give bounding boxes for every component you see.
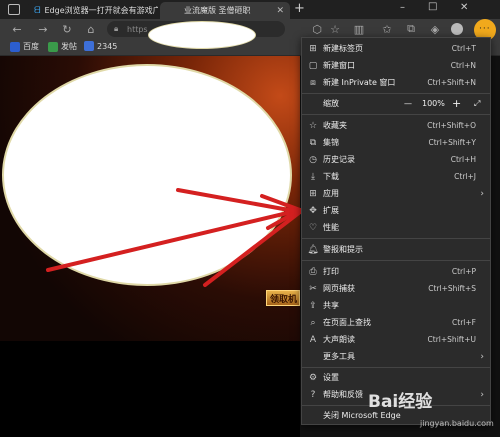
find-icon: ⌕: [310, 317, 316, 328]
help-icon: ?: [310, 389, 316, 400]
fullscreen-icon[interactable]: ⤢: [474, 99, 480, 109]
menu-new-tab[interactable]: ⊞ 新建标签页 Ctrl+T: [302, 40, 490, 57]
zoom-in-button[interactable]: +: [452, 97, 461, 110]
chevron-right-icon: ›: [480, 351, 484, 362]
menu-alerts[interactable]: 🔔︎ 警报和提示: [302, 241, 490, 258]
read-aloud-icon: A: [309, 334, 317, 345]
menu-extensions[interactable]: ✥ 扩展: [302, 202, 490, 219]
inprivate-icon: ⧈: [310, 77, 316, 88]
menu-history[interactable]: ◷ 历史记录 Ctrl+H: [302, 151, 490, 168]
bell-icon: 🔔︎: [307, 244, 319, 255]
menu-divider: [302, 260, 490, 261]
menu-downloads[interactable]: ⤓ 下载 Ctrl+J: [302, 168, 490, 185]
menu-web-capture[interactable]: ✂ 网页捕获 Ctrl+Shift+S: [302, 280, 490, 297]
chevron-right-icon: ›: [480, 188, 484, 199]
zoom-value: 100%: [422, 99, 445, 108]
menu-zoom: 缩放 — 100% + ⤢: [323, 97, 481, 110]
capture-icon: ✂: [309, 283, 317, 294]
history-icon: ◷: [309, 154, 317, 165]
menu-collections[interactable]: ⧉ 集锦 Ctrl+Shift+Y: [302, 134, 490, 151]
menu-read-aloud[interactable]: A 大声朗读 Ctrl+Shift+U: [302, 331, 490, 348]
collections-icon: ⧉: [309, 137, 317, 148]
settings-icon: ⚙: [308, 372, 318, 383]
chevron-right-icon: ›: [480, 389, 484, 400]
baidu-watermark: Bai经验: [368, 392, 433, 412]
menu-print[interactable]: ⎙ 打印 Ctrl+P: [302, 263, 490, 280]
settings-menu: ⊞ 新建标签页 Ctrl+T ▢ 新建窗口 Ctrl+N ⧈ 新建 InPriv…: [301, 37, 491, 425]
menu-more-tools[interactable]: 更多工具 ›: [302, 348, 490, 365]
performance-icon: ♡: [308, 222, 318, 233]
menu-settings[interactable]: ⚙ 设置: [302, 369, 490, 386]
menu-new-inprivate[interactable]: ⧈ 新建 InPrivate 窗口 Ctrl+Shift+N: [302, 74, 490, 91]
menu-share[interactable]: ⇪ 共享: [302, 297, 490, 314]
menu-divider: [302, 367, 490, 368]
favorites-icon: ☆: [308, 120, 318, 131]
menu-performance[interactable]: ♡ 性能: [302, 219, 490, 236]
menu-favorites[interactable]: ☆ 收藏夹 Ctrl+Shift+O: [302, 117, 490, 134]
menu-new-window[interactable]: ▢ 新建窗口 Ctrl+N: [302, 57, 490, 74]
new-tab-icon: ⊞: [309, 43, 317, 54]
print-icon: ⎙: [309, 266, 317, 277]
menu-divider: [302, 114, 490, 115]
menu-apps[interactable]: ⊞ 应用 ›: [302, 185, 490, 202]
menu-find[interactable]: ⌕ 在页面上查找 Ctrl+F: [302, 314, 490, 331]
extensions-icon: ✥: [309, 205, 317, 216]
arrow-line-2: [176, 188, 302, 214]
menu-divider: [302, 238, 490, 239]
download-icon: ⤓: [311, 171, 315, 182]
baidu-watermark-url: jingyan.baidu.com: [420, 419, 494, 428]
zoom-out-button[interactable]: —: [404, 99, 412, 108]
apps-icon: ⊞: [309, 188, 317, 199]
new-window-icon: ▢: [308, 60, 318, 71]
menu-divider: [302, 93, 490, 94]
share-icon: ⇪: [309, 300, 317, 311]
